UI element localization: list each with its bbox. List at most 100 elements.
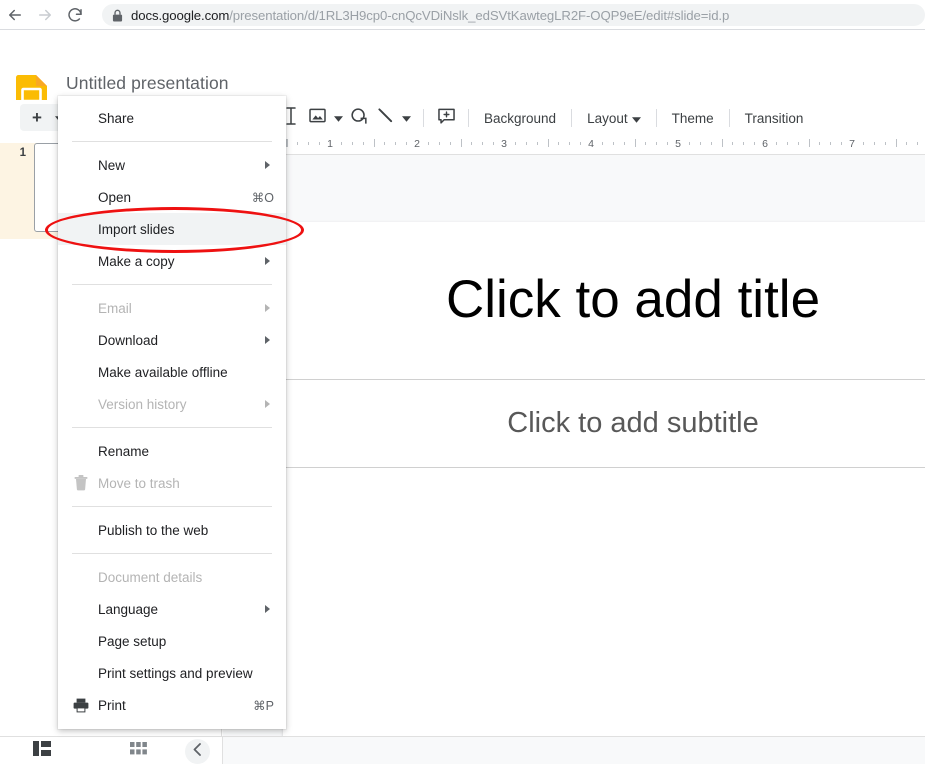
ruler-tick <box>775 142 777 145</box>
file-menu-item-move-to-trash: Move to trash <box>58 467 286 499</box>
toolbar-divider-1 <box>423 109 424 127</box>
horizontal-ruler[interactable]: 1 2 3 4 5 6 7 <box>282 136 925 154</box>
ruler-tick <box>427 142 429 145</box>
image-icon <box>308 108 326 128</box>
file-menu-item-language[interactable]: Language <box>58 593 286 625</box>
ruler-tick <box>536 142 538 145</box>
filmstrip-view-button[interactable] <box>22 737 62 765</box>
ruler-tick <box>743 142 745 145</box>
file-menu-item-label: New <box>98 157 126 173</box>
file-menu-separator <box>72 553 272 554</box>
file-menu-separator <box>72 427 272 428</box>
reload-icon <box>66 6 84 24</box>
file-menu-item-shortcut: ⌘P <box>253 698 274 713</box>
insert-image-button[interactable] <box>304 104 330 132</box>
file-menu-item-label: Move to trash <box>98 475 180 491</box>
slide-number-label: 1 <box>19 147 26 159</box>
ruler-tick <box>438 142 440 145</box>
ruler-ticks: 1 2 3 4 5 6 7 <box>282 136 925 154</box>
file-menu-item-rename[interactable]: Rename <box>58 435 286 467</box>
app-header: Untitled presentation File Edit View Ins… <box>0 30 925 122</box>
ruler-tick <box>569 142 571 145</box>
insert-line-button[interactable] <box>372 104 398 132</box>
file-menu-item-label: Email <box>98 300 132 316</box>
chevron-down-icon <box>333 109 343 127</box>
file-menu-item-print-settings-and-preview[interactable]: Print settings and preview <box>58 657 286 689</box>
subtitle-placeholder-box[interactable]: Click to add subtitle <box>283 380 925 468</box>
url-text: docs.google.com/presentation/d/1RL3H9cp0… <box>131 8 729 23</box>
grid-view-button[interactable] <box>118 737 158 765</box>
bottom-bar-right-filler <box>222 736 925 764</box>
ruler-tick <box>830 142 832 145</box>
file-menu-separator <box>72 284 272 285</box>
address-bar[interactable]: docs.google.com/presentation/d/1RL3H9cp0… <box>102 4 925 26</box>
arrow-right-icon <box>36 6 54 24</box>
toolbar-divider-5 <box>728 109 730 127</box>
add-comment-button[interactable] <box>433 104 459 132</box>
insert-line-dropdown-button[interactable] <box>398 104 414 132</box>
ruler-tick <box>699 142 701 145</box>
url-host: docs.google.com <box>131 7 230 23</box>
ruler-number: 4 <box>588 138 594 150</box>
file-menu-item-version-history: Version history <box>58 388 286 420</box>
ruler-tick <box>449 142 451 145</box>
ruler-tick <box>895 139 897 147</box>
url-path: /presentation/d/1RL3H9cp0-cnQcVDiNslk_ed… <box>229 7 730 23</box>
chevron-right-icon <box>265 400 270 408</box>
file-menu-item-open[interactable]: Open ⌘O <box>58 181 286 213</box>
chevron-right-icon <box>265 257 270 265</box>
filmstrip-view-icon <box>33 740 51 761</box>
insert-image-dropdown-button[interactable] <box>330 104 346 132</box>
document-title[interactable]: Untitled presentation <box>66 73 229 94</box>
ruler-tick <box>286 139 288 147</box>
ruler-tick <box>558 142 560 145</box>
ruler-tick <box>884 142 886 145</box>
chevron-right-icon <box>265 336 270 344</box>
file-menu-item-new[interactable]: New <box>58 149 286 181</box>
ruler-tick <box>373 139 375 147</box>
layout-button[interactable]: Layout <box>581 104 647 132</box>
ruler-tick <box>808 139 810 147</box>
file-menu-item-make-available-offline[interactable]: Make available offline <box>58 356 286 388</box>
ruler-tick <box>710 142 712 145</box>
line-icon <box>377 107 394 129</box>
ruler-tick <box>525 142 527 145</box>
chevron-left-icon <box>192 742 203 761</box>
toolbar-divider-3 <box>571 109 573 127</box>
file-menu-item-download[interactable]: Download <box>58 324 286 356</box>
file-menu-item-share[interactable]: Share <box>58 102 286 134</box>
ruler-tick <box>351 142 353 145</box>
reload-button[interactable] <box>60 0 90 30</box>
layout-button-label: Layout <box>587 110 628 126</box>
file-menu-item-shortcut: ⌘O <box>251 190 274 205</box>
slide-canvas-area: Click to add title Click to add subtitle <box>223 155 925 739</box>
ruler-tick <box>786 142 788 145</box>
collapse-filmstrip-button[interactable] <box>185 739 210 764</box>
new-slide-button[interactable]: + <box>24 105 50 130</box>
chevron-down-icon <box>401 109 411 127</box>
current-slide[interactable]: Click to add title Click to add subtitle <box>283 222 925 739</box>
transition-button[interactable]: Transition <box>739 104 810 132</box>
ruler-number: 7 <box>849 138 855 150</box>
theme-button[interactable]: Theme <box>666 104 720 132</box>
file-menu-item-import-slides[interactable]: Import slides <box>58 213 286 245</box>
ruler-tick <box>362 142 364 145</box>
file-menu-item-make-a-copy[interactable]: Make a copy <box>58 245 286 277</box>
ruler-tick <box>862 142 864 145</box>
file-menu-item-page-setup[interactable]: Page setup <box>58 625 286 657</box>
file-menu-item-publish-to-the-web[interactable]: Publish to the web <box>58 514 286 546</box>
title-placeholder-box[interactable]: Click to add title <box>283 222 925 380</box>
add-comment-icon <box>437 108 455 129</box>
back-button[interactable] <box>0 0 30 30</box>
file-menu-item-label: Open <box>98 189 132 205</box>
ruler-tick <box>460 139 462 147</box>
background-button[interactable]: Background <box>478 104 562 132</box>
ruler-tick <box>634 139 636 147</box>
file-menu-item-print[interactable]: Print ⌘P <box>58 689 286 721</box>
ruler-tick <box>580 142 582 145</box>
browser-toolbar: docs.google.com/presentation/d/1RL3H9cp0… <box>0 0 925 30</box>
forward-button[interactable] <box>30 0 60 30</box>
ruler-number: 1 <box>327 138 333 150</box>
insert-shape-button[interactable] <box>346 104 372 132</box>
subtitle-placeholder-text: Click to add subtitle <box>507 407 759 439</box>
